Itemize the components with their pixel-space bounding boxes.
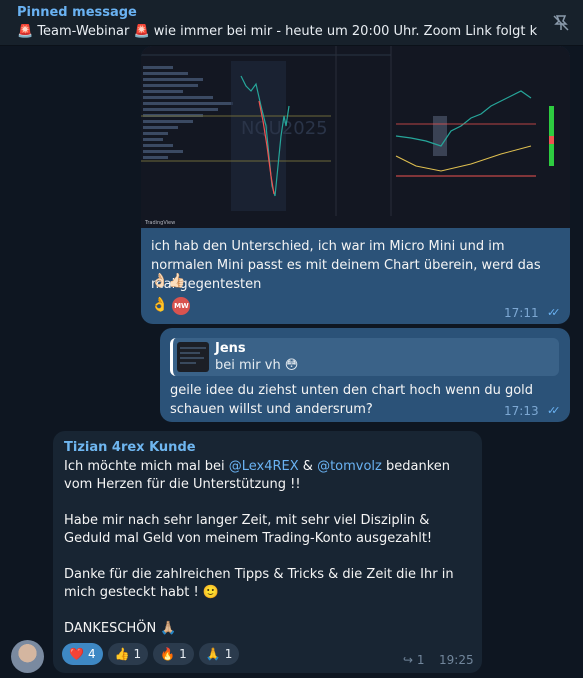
mention-link[interactable]: @Lex4REX [229,459,299,474]
message-time: 17:13 [504,404,539,418]
message-text: Ich möchte mich mal bei @Lex4REX & @tomv… [64,459,454,636]
share-icon: ↪ [403,653,414,667]
reaction-thumbs-up[interactable]: 👍 1 [107,643,149,665]
reaction-heart[interactable]: ❤️ 4 [62,643,103,665]
message-time: 17:11 [504,306,539,320]
reaction-fire[interactable]: 🔥 1 [153,643,194,665]
reactions-row: ❤️ 4 👍 1 🔥 1 🙏 1 [62,643,240,665]
reply-thumbnail [177,342,209,372]
message-text: ich hab den Unterschied, ich war im Micr… [151,239,541,292]
sender-name[interactable]: Tizian 4rex Kunde [64,440,196,455]
chart-screenshot-image[interactable]: NQU2025 TradingView [141,46,570,228]
chart-watermark: NQU2025 [241,118,328,139]
avatar[interactable] [11,640,44,673]
reaction-pray[interactable]: 🙏 1 [198,643,240,665]
pinned-title: Pinned message [17,5,137,20]
mention-link[interactable]: @tomvolz [317,459,382,474]
pinned-message-bar[interactable]: Pinned message 🚨 Team-Webinar 🚨 wie imme… [0,0,583,46]
reactions-row[interactable]: 👌 MW [151,297,191,315]
pinned-text: 🚨 Team-Webinar 🚨 wie immer bei mir - heu… [17,24,537,39]
reaction-emoji[interactable]: 👌 [151,297,168,315]
message-time: 19:25 [439,653,474,667]
read-checkmarks-icon: ✓✓ [547,404,561,417]
reply-text: bei mir vh 😳 [215,358,299,373]
reactor-avatar: MW [172,297,191,315]
unpin-icon[interactable] [551,13,571,33]
read-checkmarks-icon: ✓✓ [547,306,561,319]
tradingview-logo: TradingView [144,220,175,226]
message-emoji: 👌🏻👍🏻 [151,273,186,289]
reply-author: Jens [215,341,246,356]
forward-count: ↪ 1 [403,653,425,667]
